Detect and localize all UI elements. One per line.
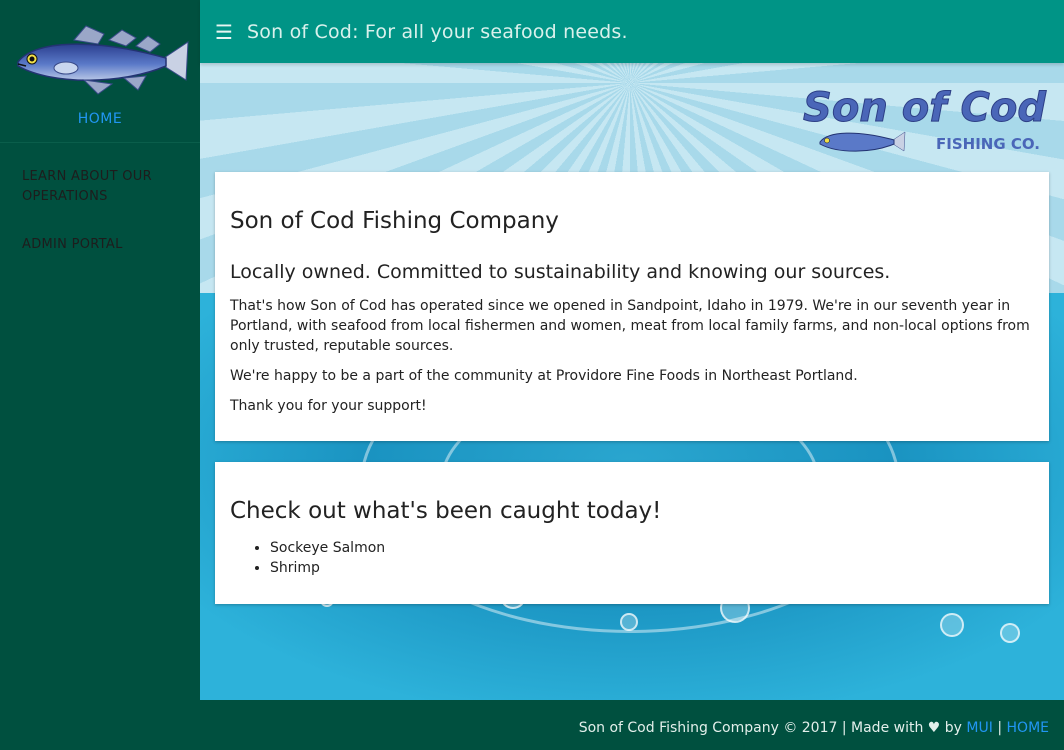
sidebar-nav: LEARN ABOUT OUR OPERATIONS ADMIN PORTAL (0, 143, 200, 255)
sidebar-brand: HOME (0, 0, 200, 143)
app-bar: ☰ Son of Cod: For all your seafood needs… (200, 0, 1064, 63)
catch-list: Sockeye Salmon Shrimp (270, 538, 385, 578)
sidebar-item-operations[interactable]: LEARN ABOUT OUR OPERATIONS (0, 167, 200, 207)
footer-separator: | (992, 720, 1007, 736)
history-paragraph: That's how Son of Cod has operated since… (230, 298, 1030, 354)
mission-subheading: Locally owned. Committed to sustainabili… (230, 261, 891, 283)
svg-text:FISHING CO.: FISHING CO. (936, 135, 1040, 153)
footer-text: Son of Cod Fishing Company © 2017 | Made… (578, 720, 967, 736)
sidebar: HOME LEARN ABOUT OUR OPERATIONS ADMIN PO… (0, 0, 200, 700)
svg-text:Son of Cod: Son of Cod (803, 85, 1046, 131)
company-heading: Son of Cod Fishing Company (230, 208, 559, 234)
bubble-decoration (1000, 623, 1020, 643)
fish-icon (17, 25, 189, 95)
list-item: Shrimp (270, 558, 385, 578)
page-title: Son of Cod: For all your seafood needs. (247, 20, 628, 43)
bubble-decoration (940, 613, 964, 637)
sidebar-home-link[interactable]: HOME (0, 111, 200, 127)
catch-heading: Check out what's been caught today! (230, 498, 662, 524)
todays-catch-card: Check out what's been caught today! Sock… (215, 462, 1049, 604)
mui-link[interactable]: MUI (966, 720, 992, 736)
footer-home-link[interactable]: HOME (1007, 720, 1049, 736)
sidebar-item-admin-portal[interactable]: ADMIN PORTAL (0, 235, 200, 255)
list-item: Sockeye Salmon (270, 538, 385, 558)
footer: Son of Cod Fishing Company © 2017 | Made… (200, 700, 1064, 750)
bubble-decoration (620, 613, 638, 631)
son-of-cod-logo: Son of Cod FISHING CO. (803, 85, 1047, 154)
menu-icon[interactable]: ☰ (215, 20, 237, 44)
main-content: Son of Cod FISHING CO. Son of Cod Fishin… (200, 63, 1064, 700)
community-paragraph: We're happy to be a part of the communit… (230, 368, 858, 384)
about-card: Son of Cod Fishing Company Locally owned… (215, 172, 1049, 441)
thanks-paragraph: Thank you for your support! (230, 398, 427, 414)
